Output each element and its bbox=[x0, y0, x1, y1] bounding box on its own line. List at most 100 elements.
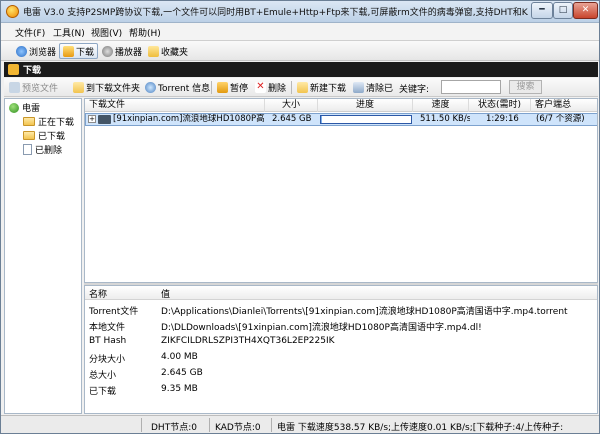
column-size[interactable]: 大小 bbox=[265, 99, 318, 112]
player-button[interactable]: 播放器 bbox=[99, 43, 145, 59]
row-status: 1:29:16 bbox=[486, 114, 519, 124]
kad-node-count: KAD节点:0 bbox=[215, 423, 261, 433]
menu-view[interactable]: 视图(V) bbox=[91, 26, 122, 39]
delete-x-icon: ✕ bbox=[255, 80, 266, 93]
menu-help[interactable]: 帮助(H) bbox=[129, 26, 161, 39]
folder-icon bbox=[23, 117, 35, 126]
close-button[interactable]: ✕ bbox=[573, 2, 598, 19]
detail-key: 分块大小 bbox=[89, 355, 126, 365]
search-button[interactable]: 搜索 bbox=[509, 80, 542, 94]
transfer-status-text: 电雷 下载速度538.57 KB/s;上传速度0.01 KB/s;[下载种子:4… bbox=[277, 423, 564, 433]
main-toolbar: 浏览器 下载 播放器 收藏夹 bbox=[1, 41, 599, 61]
info-icon bbox=[145, 81, 156, 93]
torrent-info-button[interactable]: Torrent 信息 bbox=[142, 79, 213, 95]
status-divider bbox=[271, 418, 272, 432]
download-panel-header: 下载 bbox=[4, 62, 598, 77]
row-progress-bar bbox=[320, 115, 412, 124]
download-tab-label: 下载 bbox=[76, 47, 95, 58]
tree-item-label: 已下载 bbox=[38, 132, 66, 142]
maximize-button[interactable]: □ bbox=[553, 2, 573, 19]
status-bar: DHT节点:0 KAD节点:0 电雷 下载速度538.57 KB/s;上传速度0… bbox=[1, 415, 599, 433]
detail-row: BT Hash ZIKFCILDRLSZPI3TH4XQT36L2EP225IK bbox=[85, 334, 597, 349]
detail-panel: 名称 值 Torrent文件 D:\Applications\Dianlei\T… bbox=[84, 285, 598, 414]
app-window: 电雷 V3.0 支持P2SMP跨协议下载,一个文件可以同时用BT+Emule+H… bbox=[0, 0, 600, 434]
favorites-label: 收藏夹 bbox=[161, 47, 189, 58]
delete-button[interactable]: ✕ 删除 bbox=[252, 79, 289, 95]
torrent-info-label: Torrent 信息 bbox=[158, 83, 211, 94]
detail-value: ZIKFCILDRLSZPI3TH4XQT36L2EP225IK bbox=[161, 336, 335, 346]
column-status[interactable]: 状态(需时) bbox=[469, 99, 531, 112]
detail-key: 本地文件 bbox=[89, 323, 126, 333]
delete-label: 删除 bbox=[268, 83, 287, 94]
clear-completed-button[interactable]: 清除已 bbox=[350, 79, 396, 95]
star-folder-icon bbox=[148, 45, 159, 57]
column-progress[interactable]: 进度 bbox=[318, 99, 413, 112]
row-speed: 511.50 KB/s bbox=[420, 114, 470, 124]
clear-label: 清除已 bbox=[366, 83, 394, 94]
film-reel-icon bbox=[102, 45, 113, 57]
pause-label: 暂停 bbox=[230, 83, 249, 94]
favorites-button[interactable]: 收藏夹 bbox=[145, 43, 191, 59]
download-list: 下载文件 大小 进度 速度 状态(需时) 客户端总 + [91xinpian.c… bbox=[84, 98, 598, 283]
detail-row: 总大小 2.645 GB bbox=[85, 366, 597, 381]
trash-icon bbox=[23, 144, 32, 155]
player-label: 播放器 bbox=[115, 47, 143, 58]
detail-value: D:\DLDownloads\[91xinpian.com]流浪地球HD1080… bbox=[161, 323, 482, 333]
pause-button[interactable]: 暂停 bbox=[214, 79, 251, 95]
root-icon bbox=[9, 102, 19, 113]
detail-key: Torrent文件 bbox=[89, 307, 139, 317]
detail-row: Torrent文件 D:\Applications\Dianlei\Torren… bbox=[85, 302, 597, 317]
tree-root[interactable]: 电雷 bbox=[9, 101, 40, 114]
column-file[interactable]: 下载文件 bbox=[85, 99, 265, 112]
detail-value: 4.00 MB bbox=[161, 352, 198, 362]
menu-file[interactable]: 文件(F) bbox=[15, 26, 45, 39]
keyword-label: 关键字: bbox=[399, 85, 430, 95]
tree-item-downloading[interactable]: 正在下载 bbox=[23, 115, 74, 128]
row-size: 2.645 GB bbox=[272, 114, 312, 124]
status-divider bbox=[141, 418, 142, 432]
detail-row: 本地文件 D:\DLDownloads\[91xinpian.com]流浪地球H… bbox=[85, 318, 597, 333]
new-download-label: 新建下载 bbox=[310, 83, 347, 94]
toolbar-divider bbox=[211, 81, 212, 94]
open-folder-button[interactable]: 到下载文件夹 bbox=[70, 79, 143, 95]
download-list-header: 下载文件 大小 进度 速度 状态(需时) 客户端总 bbox=[85, 99, 597, 112]
minimize-button[interactable]: ━ bbox=[531, 2, 553, 19]
row-file-name: [91xinpian.com]流浪地球HD1080P高清 bbox=[113, 114, 265, 124]
column-speed[interactable]: 速度 bbox=[413, 99, 469, 112]
detail-value: 9.35 MB bbox=[161, 384, 198, 394]
detail-key: BT Hash bbox=[89, 336, 127, 346]
folder-arrow-icon bbox=[73, 81, 84, 93]
keyword-input[interactable] bbox=[441, 80, 501, 94]
download-folder-icon bbox=[63, 45, 74, 57]
browser-label: 浏览器 bbox=[29, 47, 57, 58]
tree-item-downloaded[interactable]: 已下载 bbox=[23, 129, 65, 142]
download-panel-title: 下载 bbox=[23, 66, 42, 76]
new-download-icon bbox=[297, 81, 308, 93]
column-clients[interactable]: 客户端总 bbox=[531, 99, 597, 112]
category-tree: 电雷 正在下载 已下载 已删除 bbox=[4, 98, 82, 414]
video-file-icon bbox=[98, 115, 111, 124]
tree-item-deleted[interactable]: 已删除 bbox=[23, 143, 62, 156]
pause-icon bbox=[217, 81, 228, 93]
detail-key: 总大小 bbox=[89, 371, 117, 381]
detail-column-value: 值 bbox=[161, 290, 171, 300]
expand-toggle[interactable]: + bbox=[88, 115, 96, 123]
detail-header: 名称 值 bbox=[85, 286, 597, 300]
menu-tools[interactable]: 工具(N) bbox=[53, 26, 85, 39]
window-title: 电雷 V3.0 支持P2SMP跨协议下载,一个文件可以同时用BT+Emule+H… bbox=[23, 8, 528, 18]
globe-icon bbox=[16, 45, 27, 57]
broom-icon bbox=[353, 81, 364, 93]
detail-row: 已下载 9.35 MB bbox=[85, 382, 597, 397]
action-toolbar: 预览文件 到下载文件夹 Torrent 信息 暂停 ✕ 删除 新建下载 清除已 … bbox=[4, 78, 598, 97]
preview-file-button[interactable]: 预览文件 bbox=[6, 79, 61, 95]
app-logo-icon bbox=[6, 5, 19, 18]
download-row[interactable]: + [91xinpian.com]流浪地球HD1080P高清 2.645 GB … bbox=[85, 113, 597, 126]
detail-row: 分块大小 4.00 MB bbox=[85, 350, 597, 365]
new-download-button[interactable]: 新建下载 bbox=[294, 79, 349, 95]
download-panel-icon bbox=[8, 64, 19, 75]
tree-item-label: 已删除 bbox=[35, 146, 63, 156]
download-tab-button[interactable]: 下载 bbox=[59, 43, 99, 59]
open-folder-label: 到下载文件夹 bbox=[86, 83, 141, 94]
browser-button[interactable]: 浏览器 bbox=[13, 43, 59, 59]
tree-item-label: 正在下载 bbox=[38, 118, 75, 128]
